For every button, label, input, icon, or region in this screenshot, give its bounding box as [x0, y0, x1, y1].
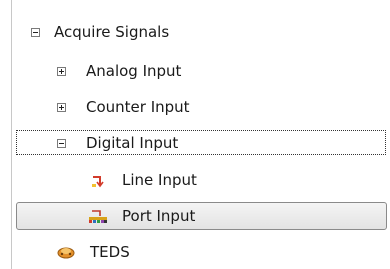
line-input-icon [90, 172, 108, 188]
collapse-icon[interactable] [57, 138, 66, 148]
tree-node-label: Acquire Signals [54, 23, 170, 41]
selection-highlight [16, 202, 387, 230]
collapse-icon[interactable] [31, 27, 40, 37]
tree-node-analog-input[interactable]: Analog Input [57, 59, 181, 83]
tree-node-label: Counter Input [86, 98, 190, 116]
tree-node-port-input[interactable]: Port Input [88, 204, 195, 228]
tree-node-label: TEDS [90, 243, 130, 261]
expand-icon[interactable] [57, 66, 66, 76]
tree-node-label: Line Input [122, 171, 197, 189]
teds-icon [56, 244, 76, 260]
expand-icon[interactable] [57, 102, 66, 112]
tree-node-acquire-signals[interactable]: Acquire Signals [31, 20, 169, 44]
tree-node-label: Digital Input [86, 134, 179, 152]
tree-node-digital-input[interactable]: Digital Input [57, 131, 178, 155]
tree-node-line-input[interactable]: Line Input [90, 168, 197, 192]
port-input-icon [88, 208, 108, 224]
tree-node-label: Analog Input [86, 62, 182, 80]
tree-node-teds[interactable]: TEDS [56, 240, 130, 264]
tree-node-label: Port Input [122, 207, 196, 225]
tree-node-counter-input[interactable]: Counter Input [57, 95, 190, 119]
